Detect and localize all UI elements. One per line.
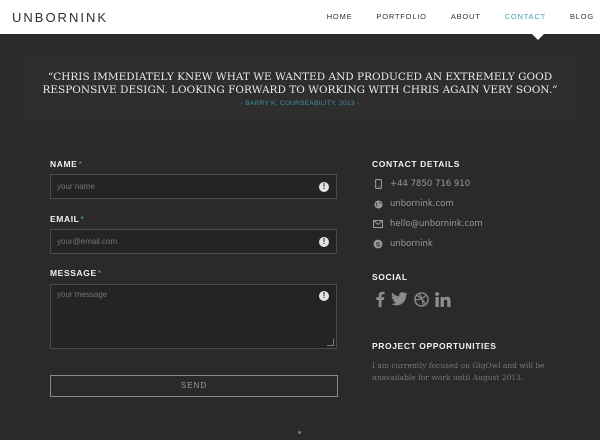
main-nav: HOME PORTFOLIO ABOUT CONTACT BLOG — [303, 12, 600, 21]
nav-portfolio[interactable]: PORTFOLIO — [376, 12, 426, 21]
email-field-wrap: ! — [50, 229, 337, 254]
nav-about[interactable]: ABOUT — [451, 12, 481, 21]
email-label: EMAIL* — [50, 214, 84, 224]
contact-email[interactable]: hello@unbornink.com — [390, 219, 483, 229]
nav-home[interactable]: HOME — [327, 12, 353, 21]
site-logo[interactable]: UNBORNINK — [12, 10, 108, 25]
facebook-icon[interactable] — [375, 291, 385, 312]
scroll-indicator-dot — [298, 431, 301, 434]
testimonial-quote: “CHRIS IMMEDIATELY KNEW WHAT WE WANTED A… — [24, 71, 576, 97]
required-mark: * — [80, 214, 85, 224]
top-nav-bar: UNBORNINK HOME PORTFOLIO ABOUT CONTACT B… — [0, 0, 600, 34]
message-textarea[interactable] — [51, 285, 336, 348]
globe-icon — [373, 199, 383, 209]
active-nav-indicator — [532, 34, 544, 40]
nav-blog[interactable]: BLOG — [570, 12, 594, 21]
contact-skype[interactable]: unbornink — [390, 239, 433, 249]
contact-email-row: hello@unbornink.com — [373, 219, 483, 229]
required-mark: * — [97, 268, 102, 278]
email-input[interactable] — [51, 230, 336, 253]
name-alert-icon: ! — [319, 182, 329, 192]
dribbble-icon[interactable] — [414, 291, 429, 312]
email-label-text: EMAIL — [50, 214, 80, 224]
email-alert-icon: ! — [319, 237, 329, 247]
testimonial-line-2: RESPONSIVE DESIGN. LOOKING FORWARD TO WO… — [42, 84, 558, 96]
message-alert-icon: ! — [319, 291, 329, 301]
message-label-text: MESSAGE — [50, 268, 97, 278]
contact-website[interactable]: unbornink.com — [390, 199, 454, 209]
message-label: MESSAGE* — [50, 268, 102, 278]
nav-contact[interactable]: CONTACT — [505, 12, 546, 21]
name-input[interactable] — [51, 175, 336, 198]
contact-details-title: CONTACT DETAILS — [372, 159, 461, 169]
resize-handle-icon[interactable] — [327, 339, 334, 346]
contact-phone[interactable]: +44 7850 716 910 — [390, 179, 470, 189]
social-links — [375, 291, 451, 312]
phone-icon — [373, 179, 383, 189]
testimonial-box: “CHRIS IMMEDIATELY KNEW WHAT WE WANTED A… — [24, 55, 576, 121]
name-label-text: NAME — [50, 159, 78, 169]
project-opportunities-title: PROJECT OPPORTUNITIES — [372, 341, 497, 351]
linkedin-icon[interactable] — [435, 291, 451, 312]
contact-website-row: unbornink.com — [373, 199, 454, 209]
send-button[interactable]: SEND — [50, 375, 338, 397]
required-mark: * — [78, 159, 83, 169]
svg-text:S: S — [376, 241, 381, 248]
contact-phone-row: +44 7850 716 910 — [373, 179, 470, 189]
message-field-wrap: ! — [50, 284, 337, 349]
contact-skype-row: S unbornink — [373, 239, 433, 249]
name-label: NAME* — [50, 159, 82, 169]
social-title: SOCIAL — [372, 272, 408, 282]
name-field-wrap: ! — [50, 174, 337, 199]
twitter-icon[interactable] — [391, 292, 408, 311]
skype-icon: S — [373, 239, 383, 249]
project-opportunities-text: I am currently focused on GigOwl and wil… — [372, 361, 545, 382]
testimonial-line-1: “CHRIS IMMEDIATELY KNEW WHAT WE WANTED A… — [47, 71, 553, 83]
envelope-icon — [373, 219, 383, 229]
testimonial-author: - BARRY K, COURSEABILITY, 2013 - — [240, 100, 360, 107]
